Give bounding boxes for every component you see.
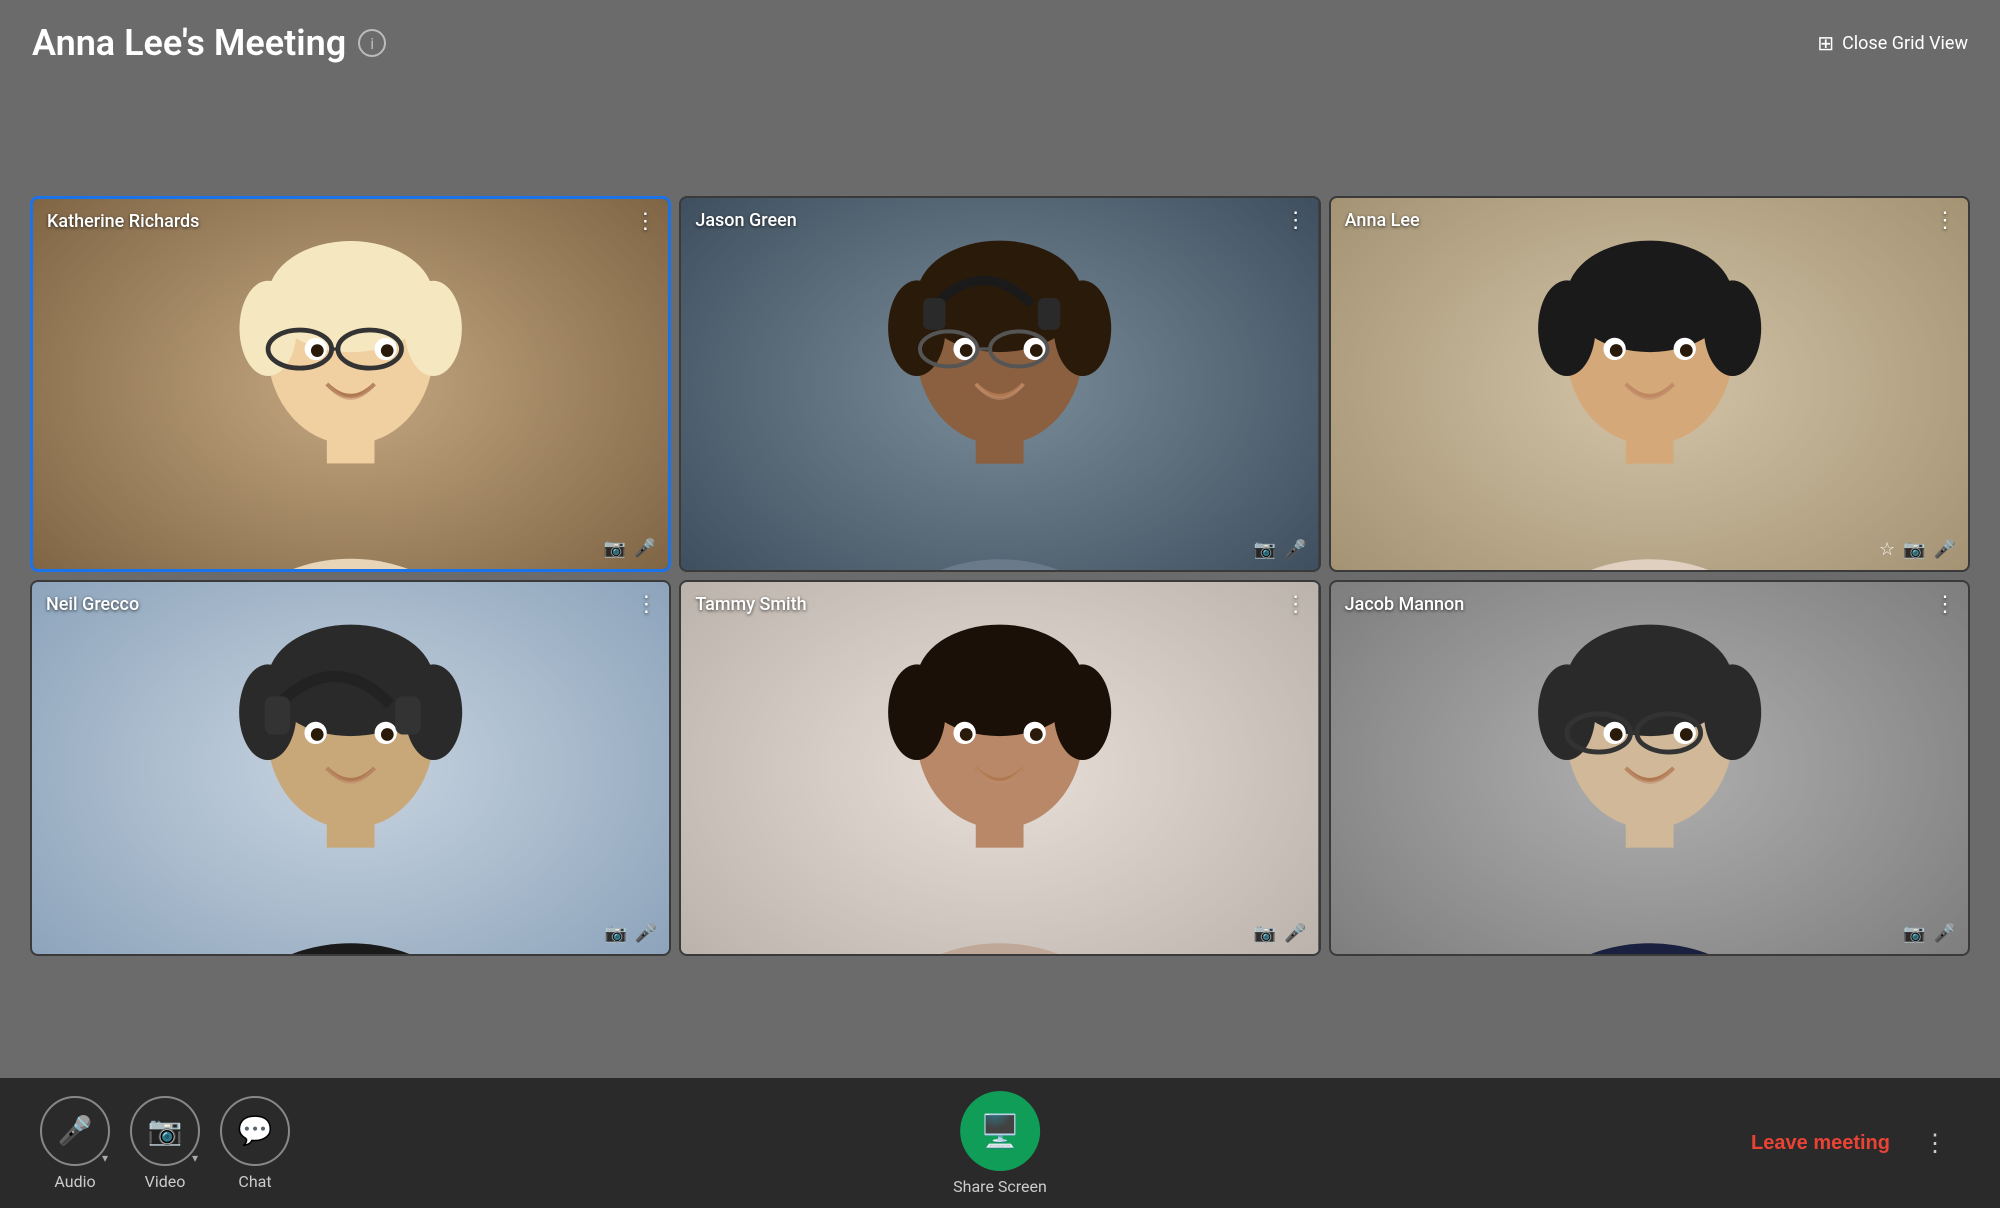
toolbar: 🎤 ▾ Audio 📷 ▾ Video 💬 Chat 🖥️ Share S — [0, 1078, 2000, 1208]
video-icon-katherine: 📷 — [603, 538, 625, 559]
tile-controls-jacob: 📷🎤 — [1903, 923, 1956, 944]
chat-circle: 💬 — [220, 1096, 290, 1166]
video-button[interactable]: 📷 ▾ Video — [130, 1096, 200, 1191]
toolbar-left: 🎤 ▾ Audio 📷 ▾ Video 💬 Chat — [40, 1096, 290, 1191]
header: Anna Lee's Meeting i ⊞ Close Grid View — [0, 0, 2000, 74]
tile-name-neil: Neil Grecco — [46, 594, 139, 615]
video-label: Video — [145, 1172, 186, 1191]
video-tile-jacob: Jacob Mannon⋮📷🎤 — [1329, 580, 1970, 956]
share-screen-button[interactable]: 🖥️ Share Screen — [953, 1091, 1047, 1196]
video-icon-jason: 📷 — [1254, 539, 1276, 560]
video-tile-anna: Anna Lee ⋮ ☆ 📷 🎤 — [1329, 196, 1970, 572]
mic-icon-katherine: 🎤 — [634, 538, 656, 559]
tile-controls-neil: 📷🎤 — [604, 923, 657, 944]
info-icon[interactable]: i — [358, 29, 386, 57]
leave-meeting-button[interactable]: Leave meeting — [1751, 1132, 1890, 1155]
video-chevron: ▾ — [192, 1151, 198, 1165]
tile-menu-jason[interactable]: ⋮ — [1285, 208, 1307, 233]
star-icon-anna[interactable]: ☆ — [1879, 539, 1895, 560]
tile-menu-tammy[interactable]: ⋮ — [1285, 592, 1307, 617]
video-tile-neil: Neil Grecco⋮📷🎤 — [30, 580, 671, 956]
tile-controls-anna: ☆ 📷 🎤 — [1879, 539, 1956, 560]
video-icon-neil: 📷 — [604, 923, 626, 944]
tile-name-jason: Jason Green — [695, 210, 796, 231]
tile-controls-tammy: 📷🎤 — [1254, 923, 1307, 944]
share-screen-circle: 🖥️ — [960, 1091, 1040, 1171]
audio-button[interactable]: 🎤 ▾ Audio — [40, 1096, 110, 1191]
video-grid: Katherine Richards⋮📷🎤 — [30, 196, 1970, 956]
more-options-button[interactable]: ⋮ — [1910, 1118, 1960, 1168]
video-circle: 📷 — [130, 1096, 200, 1166]
tile-controls-jason: 📷🎤 — [1254, 539, 1307, 560]
mic-icon-tammy: 🎤 — [1284, 923, 1306, 944]
tile-menu-jacob[interactable]: ⋮ — [1934, 592, 1956, 617]
video-tile-tammy: Tammy Smith⋮📷🎤 — [679, 580, 1320, 956]
share-screen-label: Share Screen — [953, 1177, 1047, 1196]
mic-icon-jason: 🎤 — [1284, 539, 1306, 560]
audio-circle: 🎤 — [40, 1096, 110, 1166]
tile-menu-katherine[interactable]: ⋮ — [634, 209, 656, 234]
tile-name-jacob: Jacob Mannon — [1345, 594, 1465, 615]
video-icon-jacob: 📷 — [1903, 923, 1925, 944]
mic-icon-jacob: 🎤 — [1934, 923, 1956, 944]
toolbar-right: Leave meeting ⋮ — [1751, 1118, 1960, 1168]
tile-menu-anna[interactable]: ⋮ — [1934, 208, 1956, 233]
toolbar-center: 🖥️ Share Screen — [953, 1091, 1047, 1196]
chat-button[interactable]: 💬 Chat — [220, 1096, 290, 1191]
audio-chevron: ▾ — [102, 1151, 108, 1165]
chat-label: Chat — [238, 1172, 271, 1191]
meeting-title: Anna Lee's Meeting — [32, 22, 346, 64]
tile-name-anna: Anna Lee — [1345, 210, 1420, 231]
tile-name-katherine: Katherine Richards — [47, 211, 199, 232]
video-grid-container: Katherine Richards⋮📷🎤 — [0, 74, 2000, 1078]
header-left: Anna Lee's Meeting i — [32, 22, 386, 64]
close-grid-view-button[interactable]: ⊞ Close Grid View — [1817, 31, 1968, 55]
tile-controls-katherine: 📷🎤 — [603, 538, 656, 559]
mic-icon-anna: 🎤 — [1934, 539, 1956, 560]
video-icon-tammy: 📷 — [1254, 923, 1276, 944]
video-tile-jason: Jason Green⋮📷🎤 — [679, 196, 1320, 572]
tile-name-tammy: Tammy Smith — [695, 594, 806, 615]
video-tile-katherine: Katherine Richards⋮📷🎤 — [30, 196, 671, 572]
mic-icon-neil: 🎤 — [635, 923, 657, 944]
tile-menu-neil[interactable]: ⋮ — [635, 592, 657, 617]
grid-icon: ⊞ — [1817, 31, 1834, 55]
video-icon-anna: 📷 — [1903, 539, 1925, 560]
audio-label: Audio — [54, 1172, 95, 1191]
